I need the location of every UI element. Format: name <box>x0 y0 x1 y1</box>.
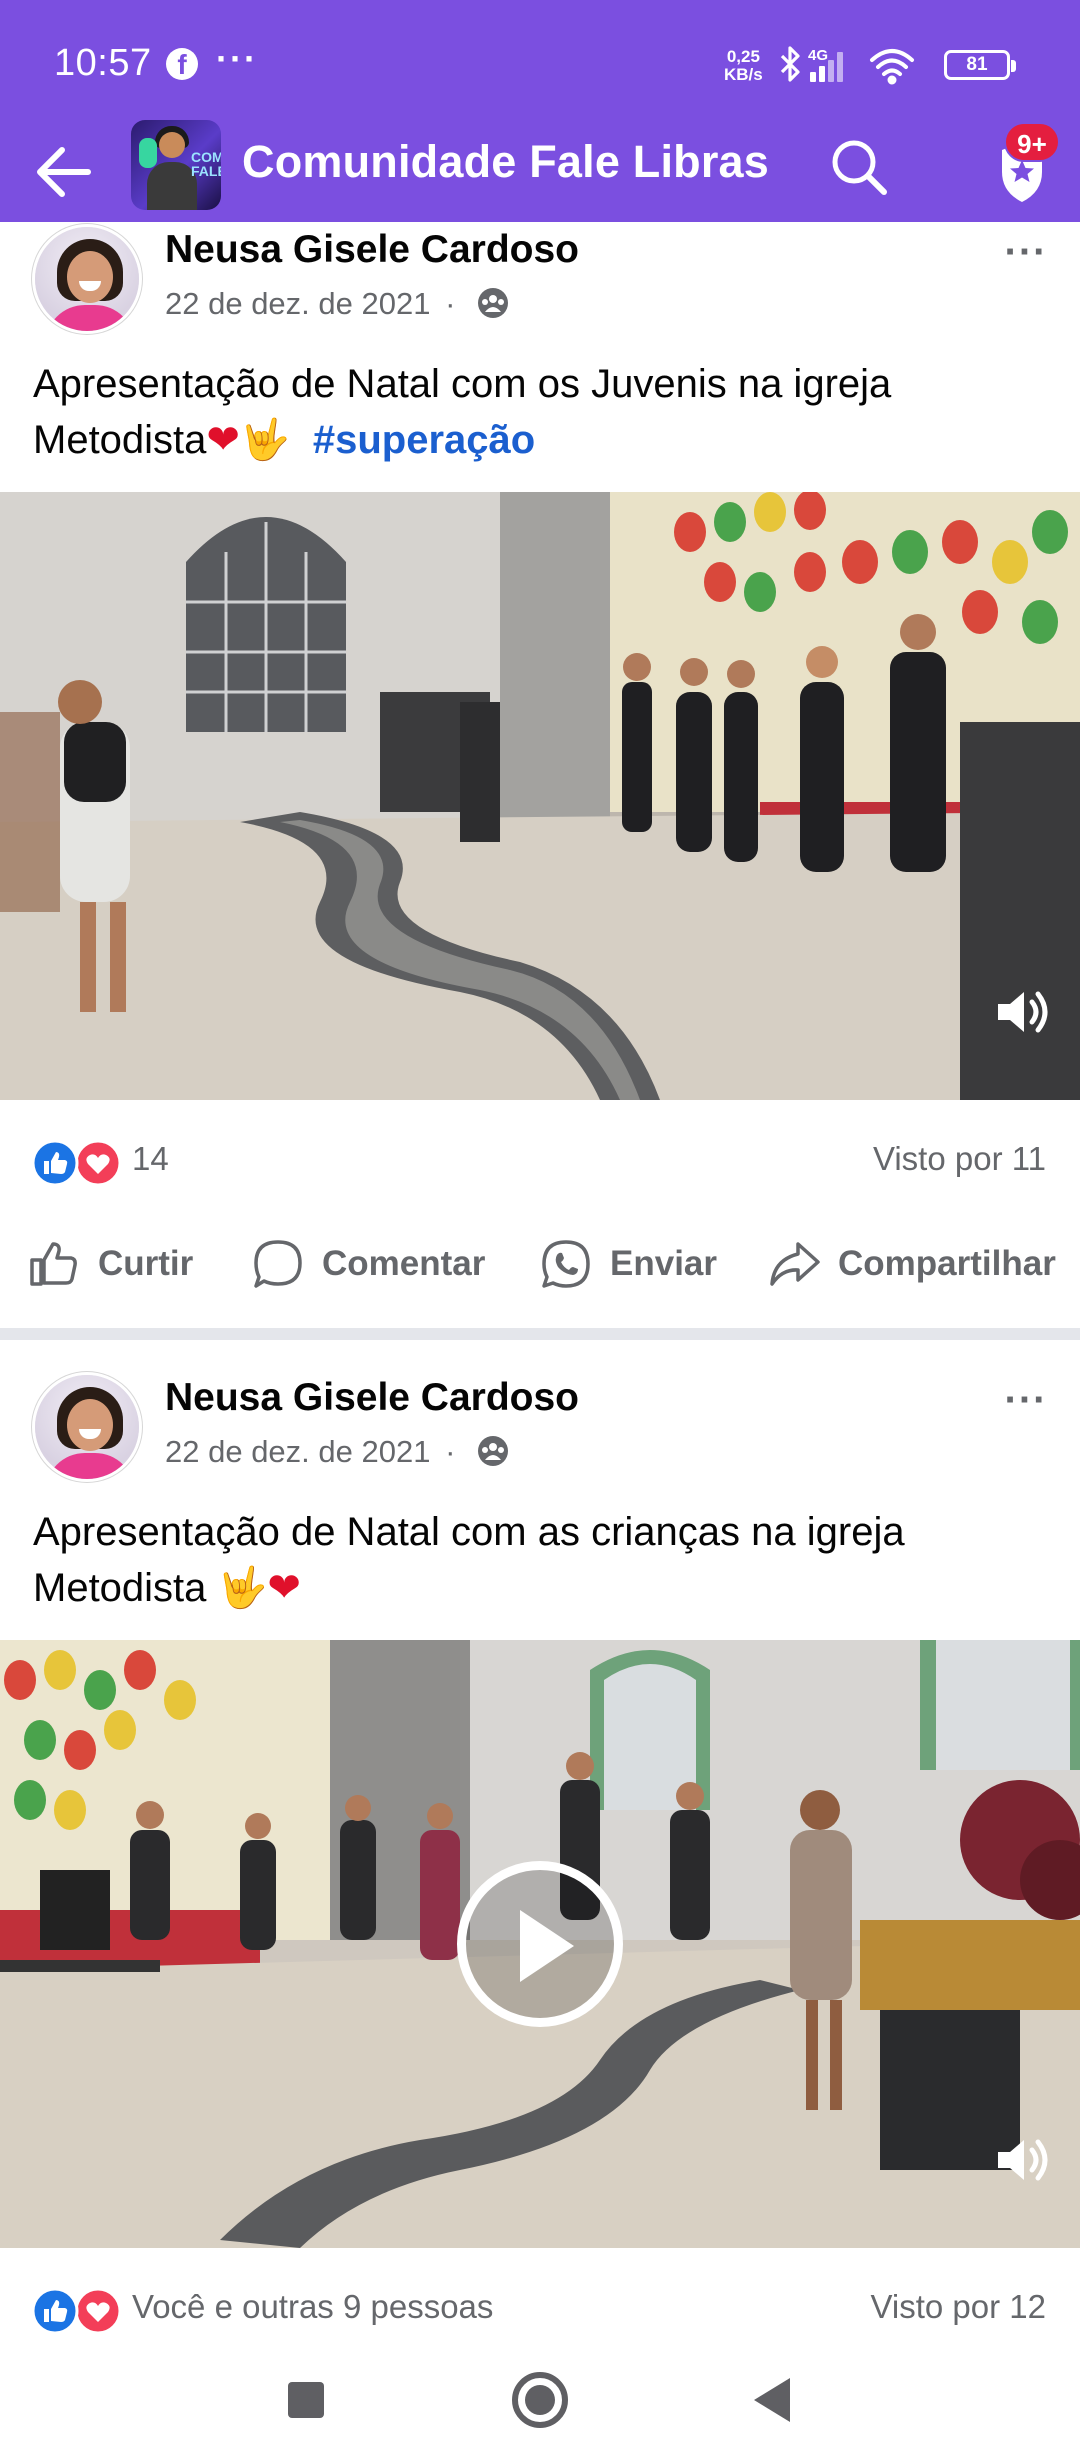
status-bar: 10:57 f ··· 0,25 KB/s 4G 81 <box>0 0 1080 128</box>
video-frame-church-juvenis <box>0 492 1080 1100</box>
reactions-summary[interactable]: 14 Visto por 11 <box>0 1128 1080 1198</box>
seen-by-count[interactable]: Visto por 12 <box>870 2288 1046 2326</box>
post-date[interactable]: 22 de dez. de 2021 <box>165 1434 430 1469</box>
reaction-summary-text: Você e outras 9 pessoas <box>132 2288 494 2325</box>
video-player[interactable] <box>0 492 1080 1100</box>
network-speed-unit: KB/s <box>724 65 763 84</box>
whatsapp-icon <box>542 1240 590 1288</box>
love-you-hand-emoji-icon: 🤟 <box>217 1565 268 1611</box>
volume-icon[interactable] <box>990 980 1054 1044</box>
wifi-icon <box>870 49 914 85</box>
love-you-hand-emoji-icon: 🤟 <box>239 417 290 463</box>
more-options-icon[interactable]: ··· <box>996 1380 1056 1428</box>
back-nav-icon[interactable] <box>734 2360 814 2440</box>
heart-emoji-icon: ❤ <box>206 417 240 463</box>
post-text: Apresentação de Natal com os Juvenis na … <box>33 356 1053 468</box>
facebook-notification-icon: f <box>166 48 198 80</box>
meta-separator: · <box>445 1434 456 1469</box>
thumbs-up-icon <box>30 1242 77 1286</box>
play-icon <box>520 1910 574 1982</box>
top-bar: 10:57 f ··· 0,25 KB/s 4G 81 COM FAL Comu… <box>0 0 1080 222</box>
comment-label: Comentar <box>322 1244 486 1283</box>
post-text: Apresentação de Natal com as crianças na… <box>33 1504 1053 1616</box>
system-navigation-bar <box>0 2340 1080 2460</box>
reactions-summary[interactable]: Você e outras 9 pessoas Visto por 12 <box>0 2276 1080 2346</box>
more-options-icon[interactable]: ··· <box>996 232 1056 280</box>
post-author[interactable]: Neusa Gisele Cardoso <box>165 1376 579 1420</box>
video-player[interactable] <box>0 1640 1080 2248</box>
group-audience-icon <box>478 1436 509 1466</box>
home-icon[interactable] <box>500 2360 580 2440</box>
avatar[interactable] <box>32 1372 142 1482</box>
like-label: Curtir <box>98 1244 194 1283</box>
back-arrow-icon[interactable] <box>30 136 102 208</box>
post-actions: Curtir Comentar Enviar Compartilhar <box>0 1224 1080 1304</box>
like-love-reaction-icons <box>31 1139 122 1187</box>
play-button[interactable] <box>457 1861 623 2027</box>
share-button[interactable]: Compartilhar <box>766 1232 1056 1296</box>
app-bar: COM FALE Comunidade Fale Libras 9+ <box>0 120 1080 222</box>
search-icon[interactable] <box>826 134 892 200</box>
send-whatsapp-button[interactable]: Enviar <box>538 1232 717 1296</box>
like-button[interactable]: Curtir <box>26 1232 193 1296</box>
reaction-count: 14 <box>132 1140 169 1177</box>
comment-bubble-icon <box>254 1240 302 1288</box>
like-love-reaction-icons <box>31 2287 122 2335</box>
post: Neusa Gisele Cardoso 22 de dez. de 2021 … <box>0 1340 1080 2340</box>
page-title[interactable]: Comunidade Fale Libras <box>242 136 769 188</box>
post-meta: 22 de dez. de 2021 · <box>165 1434 510 1470</box>
status-time: 10:57 <box>54 42 152 84</box>
recent-apps-icon[interactable] <box>266 2360 346 2440</box>
post: Neusa Gisele Cardoso 22 de dez. de 2021 … <box>0 222 1080 1328</box>
battery-indicator: 81 <box>944 50 1016 80</box>
post-caption: Apresentação de Natal com as crianças na… <box>33 1510 905 1610</box>
volume-icon[interactable] <box>990 2128 1054 2192</box>
share-arrow-icon <box>770 1242 820 1286</box>
post-date[interactable]: 22 de dez. de 2021 <box>165 286 430 321</box>
send-label: Enviar <box>610 1244 717 1283</box>
meta-separator: · <box>445 286 456 321</box>
post-separator <box>0 1328 1080 1340</box>
network-speed-value: 0,25 <box>726 47 760 66</box>
post-meta: 22 de dez. de 2021 · <box>165 286 510 322</box>
heart-emoji-icon: ❤ <box>267 1565 301 1611</box>
group-audience-icon <box>478 288 509 318</box>
group-thumbnail[interactable]: COM FALE <box>131 120 221 210</box>
comment-button[interactable]: Comentar <box>250 1232 485 1296</box>
thumbnail-figure <box>147 162 197 210</box>
bluetooth-icon <box>780 46 800 82</box>
post-author[interactable]: Neusa Gisele Cardoso <box>165 228 579 272</box>
network-type: 4G <box>808 47 828 64</box>
avatar[interactable] <box>32 224 142 334</box>
hashtag-link[interactable]: #superação <box>313 418 535 462</box>
share-label: Compartilhar <box>838 1244 1056 1283</box>
seen-by-count[interactable]: Visto por 11 <box>873 1140 1046 1178</box>
network-speed: 0,25 KB/s <box>724 48 763 84</box>
notification-badge[interactable]: 9+ <box>1004 122 1060 162</box>
thumbnail-text: COM FALE <box>191 149 221 179</box>
more-notifications-icon: ··· <box>216 38 258 79</box>
